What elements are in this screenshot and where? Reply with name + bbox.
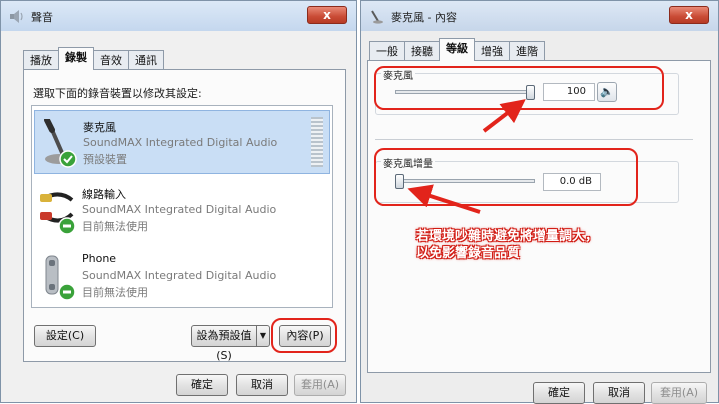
tab-label: 播放 [30, 54, 52, 67]
highlight-mic-level [374, 66, 664, 110]
device-status: 目前無法使用 [82, 286, 148, 299]
tab-label: 一般 [376, 45, 398, 58]
tab-levels[interactable]: 等級 [439, 38, 475, 61]
ok-button[interactable]: 確定 [533, 382, 585, 404]
close-icon: x [323, 8, 331, 22]
microphone-icon [44, 119, 77, 168]
cancel-label: 取消 [608, 386, 630, 399]
sound-tabs: 播放 錄製 音效 通訊 [23, 47, 164, 70]
recording-device-list[interactable]: 麥克風 SoundMAX Integrated Digital Audio 預設… [31, 105, 333, 308]
microphone-icon [371, 10, 383, 24]
tab-general[interactable]: 一般 [369, 41, 405, 61]
properties-title: 麥克風 - 內容 [391, 11, 457, 24]
device-name: 線路輸入 [82, 188, 126, 201]
highlight-properties [271, 318, 337, 353]
set-default-button[interactable]: 設為預設值(S) [191, 325, 257, 362]
apply-button[interactable]: 套用(A) [651, 382, 707, 404]
device-name: Phone [82, 252, 117, 265]
tab-label: 等級 [446, 42, 468, 55]
tab-label: 接聽 [411, 45, 433, 58]
divider [375, 139, 693, 140]
tab-enhancements[interactable]: 增強 [474, 41, 510, 61]
line-in-cable-icon [40, 192, 76, 235]
configure-label: 設定(C) [45, 329, 85, 342]
cancel-button[interactable]: 取消 [236, 374, 288, 396]
set-default-dropdown[interactable]: ▼ [256, 325, 270, 347]
device-status: 目前無法使用 [82, 220, 148, 233]
ok-label: 確定 [191, 378, 213, 391]
device-driver: SoundMAX Integrated Digital Audio [83, 136, 278, 149]
tab-advanced[interactable]: 進階 [509, 41, 545, 61]
device-driver: SoundMAX Integrated Digital Audio [82, 269, 277, 282]
phone-handset-icon [45, 255, 76, 301]
list-item[interactable]: 線路輸入 SoundMAX Integrated Digital Audio 目… [34, 178, 330, 242]
highlight-mic-boost [374, 148, 638, 206]
default-check-badge [59, 150, 77, 168]
properties-tabs: 一般 接聽 等級 增強 進階 [369, 38, 545, 61]
apply-button[interactable]: 套用(A) [294, 374, 346, 396]
sound-dialog-titlebar[interactable]: 聲音 x [1, 1, 356, 31]
tab-label: 進階 [516, 45, 538, 58]
sound-dialog-title: 聲音 [31, 11, 53, 24]
annotation-note: 若環境吵雜時避免將增量調大， 以免影響錄音品質 [416, 228, 661, 262]
list-item[interactable]: Phone SoundMAX Integrated Digital Audio … [34, 244, 330, 308]
tab-listen[interactable]: 接聽 [404, 41, 440, 61]
speaker-icon [10, 10, 23, 23]
tab-recording[interactable]: 錄製 [58, 47, 94, 70]
properties-titlebar[interactable]: 麥克風 - 內容 x [361, 1, 718, 31]
apply-label: 套用(A) [659, 386, 699, 399]
apply-label: 套用(A) [300, 378, 340, 391]
device-name: 麥克風 [83, 121, 116, 134]
tab-label: 錄製 [65, 51, 87, 64]
chevron-down-icon: ▼ [259, 331, 267, 340]
device-status: 預設裝置 [83, 153, 127, 166]
ok-label: 確定 [548, 386, 570, 399]
tab-label: 通訊 [135, 54, 157, 67]
cancel-label: 取消 [251, 378, 273, 391]
close-icon: x [685, 8, 693, 22]
annotation-line-1: 若環境吵雜時避免將增量調大， [416, 229, 599, 244]
annotation-line-2: 以免影響錄音品質 [416, 246, 521, 261]
tab-playback[interactable]: 播放 [23, 50, 59, 70]
tab-label: 增強 [481, 45, 503, 58]
level-meter [311, 117, 323, 167]
list-item[interactable]: 麥克風 SoundMAX Integrated Digital Audio 預設… [34, 110, 330, 174]
close-button[interactable]: x [307, 6, 347, 24]
device-driver: SoundMAX Integrated Digital Audio [82, 203, 277, 216]
tab-communications[interactable]: 通訊 [128, 50, 164, 70]
tab-sounds[interactable]: 音效 [93, 50, 129, 70]
ok-button[interactable]: 確定 [176, 374, 228, 396]
cancel-button[interactable]: 取消 [593, 382, 645, 404]
tab-label: 音效 [100, 54, 122, 67]
configure-button[interactable]: 設定(C) [34, 325, 96, 347]
close-button[interactable]: x [669, 6, 709, 24]
sound-dialog: 聲音 x 播放 錄製 音效 通訊 選取下面的錄音裝置以修改其設定: 麥克風 So… [0, 0, 357, 403]
instruction-text: 選取下面的錄音裝置以修改其設定: [33, 87, 202, 100]
